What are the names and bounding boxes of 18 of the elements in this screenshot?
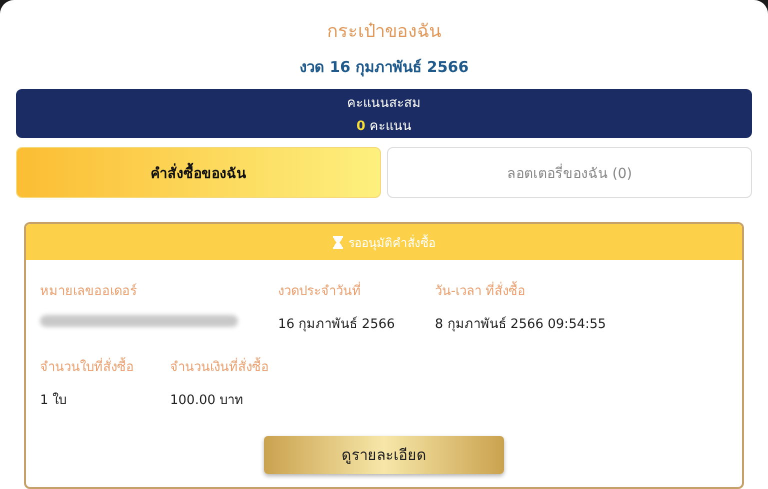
- status-text: รออนุมัติคำสั่งซื้อ: [348, 233, 436, 252]
- points-value: 0 คะแนน: [356, 118, 412, 136]
- field-label: จำนวนเงินที่สั่งซื้อ: [170, 356, 269, 377]
- field-label: วัน-เวลา ที่สั่งซื้อ: [434, 280, 606, 301]
- draw-date: งวด 16 กุมภาพันธ์ 2566: [299, 57, 469, 78]
- field-label: งวดประจำวันที่: [278, 280, 395, 301]
- details-button[interactable]: ดูรายละเอียด: [264, 436, 504, 474]
- tab[interactable]: คำสั่งซื้อของฉัน: [16, 147, 381, 198]
- field-value: 8 กุมภาพันธ์ 2566 09:54:55: [434, 316, 606, 334]
- field-value: 100.00 บาท: [170, 392, 245, 410]
- hourglass-icon: [332, 236, 342, 248]
- page-title: กระเป๋าของฉัน: [327, 20, 441, 44]
- field-value: 16 กุมภาพันธ์ 2566: [278, 316, 395, 334]
- field-label: หมายเลขออเดอร์: [40, 282, 138, 301]
- field-value: 1 ใบ: [40, 392, 68, 410]
- field-label: จำนวนใบที่สั่งซื้อ: [40, 356, 134, 377]
- tab[interactable]: ลอตเตอรี่ของฉัน (0): [387, 147, 752, 198]
- points-label: คะแนนสะสม: [347, 94, 421, 112]
